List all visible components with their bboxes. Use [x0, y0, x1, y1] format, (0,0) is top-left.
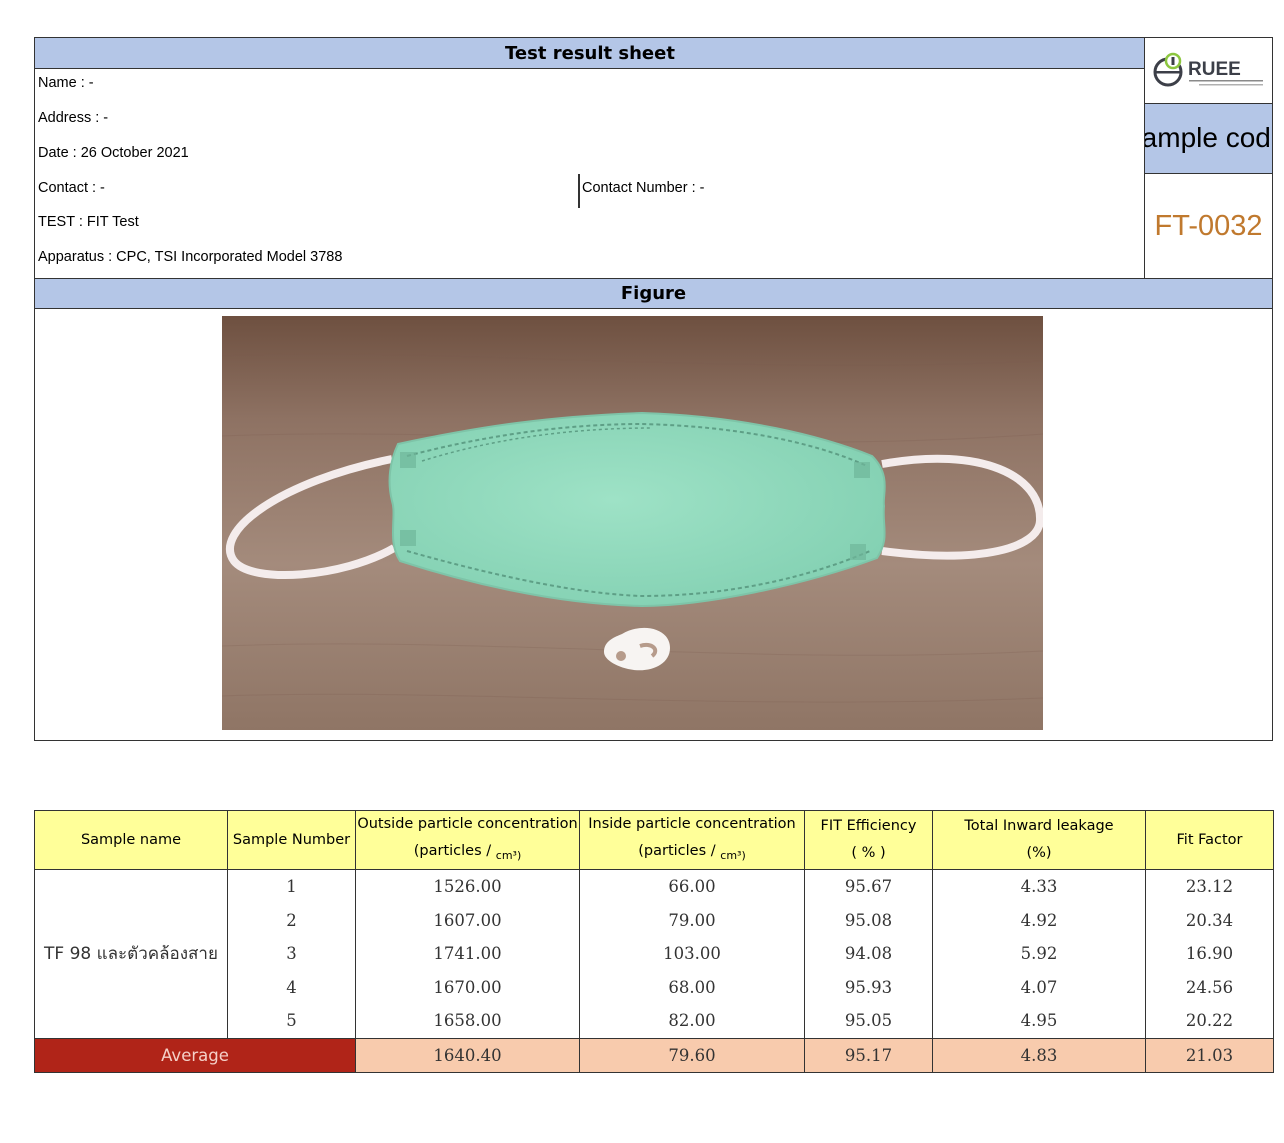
efficiency-cell: 95.08 [804, 903, 933, 937]
fit-factor-cell: 20.22 [1145, 1004, 1274, 1038]
efficiency-cell: 95.93 [804, 970, 933, 1004]
fit-factor-cell: 16.90 [1145, 937, 1274, 971]
date-field: Date : 26 October 2021 [38, 145, 189, 161]
leakage-cell: 4.95 [932, 1004, 1146, 1038]
leakage-cell: 4.07 [932, 970, 1146, 1004]
sample-number-cell: 2 [227, 903, 356, 937]
mask-photo [222, 316, 1043, 730]
inside-cell: 66.00 [579, 869, 805, 904]
outside-cell: 1741.00 [355, 937, 580, 971]
results-table: Sample name Sample Number Outside partic… [34, 810, 1274, 1073]
sample-code-value: FT-0032 [1154, 209, 1263, 242]
average-leakage-cell: 4.83 [932, 1037, 1146, 1073]
sample-name-cell: TF 98 และตัวคล้องสาย [34, 869, 228, 1038]
name-field: Name : - [38, 75, 94, 91]
outside-cell: 1670.00 [355, 970, 580, 1004]
average-fit-factor-cell: 21.03 [1145, 1037, 1274, 1073]
leakage-cell: 4.92 [932, 903, 1146, 937]
header-outside-concentration: Outside particle concentration (particle… [355, 810, 580, 870]
fit-factor-cell: 20.34 [1145, 903, 1274, 937]
sample-code-panel: RUEE Sample code FT-0032 [1144, 38, 1272, 278]
address-field: Address : - [38, 110, 109, 126]
inside-cell: 68.00 [579, 970, 805, 1004]
outside-cell: 1607.00 [355, 903, 580, 937]
header-sample-name: Sample name [34, 810, 228, 870]
sample-code-label: Sample code [1145, 122, 1272, 153]
sample-code-value-cell: FT-0032 [1145, 174, 1272, 278]
test-field: TEST : FIT Test [38, 214, 139, 230]
inside-cell: 79.00 [579, 903, 805, 937]
contact-number-field: Contact Number : - [582, 180, 705, 196]
apparatus-field: Apparatus : CPC, TSI Incorporated Model … [38, 249, 343, 265]
header-outside-unit: (particles / cm³) [413, 843, 522, 862]
sample-number-cell: 3 [227, 937, 356, 971]
header-total-inward-leakage: Total Inward leakage (%) [932, 810, 1146, 870]
inside-cell: 82.00 [579, 1004, 805, 1038]
figure-title: Figure [35, 278, 1272, 309]
header-inside-title: Inside particle concentration [588, 816, 796, 832]
ruee-logo: RUEE [1145, 38, 1272, 104]
sample-number-cell: 1 [227, 869, 356, 904]
header-inside-concentration: Inside particle concentration (particles… [579, 810, 805, 870]
average-label: Average [34, 1037, 356, 1073]
test-result-sheet: Test result sheet Name : - Address : - D… [34, 37, 1273, 741]
table-header-row: Sample name Sample Number Outside partic… [34, 810, 1274, 870]
average-efficiency-cell: 95.17 [804, 1037, 933, 1073]
header-outside-title: Outside particle concentration [357, 816, 578, 832]
table-row: TF 98 และตัวคล้องสาย 1 1526.00 66.00 95.… [34, 869, 1274, 1038]
inside-cell: 103.00 [579, 937, 805, 971]
contact-divider [578, 174, 580, 208]
outside-cell: 1658.00 [355, 1004, 580, 1038]
fit-factor-cell: 24.56 [1145, 970, 1274, 1004]
sheet-title: Test result sheet [35, 38, 1145, 69]
sample-number-cell: 4 [227, 970, 356, 1004]
header-inside-unit: (particles / cm³) [638, 843, 746, 862]
ruee-logo-icon: RUEE [1153, 52, 1263, 86]
average-outside-cell: 1640.40 [355, 1037, 580, 1073]
efficiency-cell: 94.08 [804, 937, 933, 971]
svg-text:RUEE: RUEE [1188, 59, 1241, 80]
header-fit-efficiency: FIT Efficiency ( % ) [804, 810, 933, 870]
average-inside-cell: 79.60 [579, 1037, 805, 1073]
fit-factor-cell: 23.12 [1145, 869, 1274, 904]
efficiency-cell: 95.05 [804, 1004, 933, 1038]
header-sample-number: Sample Number [227, 810, 356, 870]
average-row: Average 1640.40 79.60 95.17 4.83 21.03 [34, 1037, 1274, 1073]
leakage-cell: 5.92 [932, 937, 1146, 971]
contact-field: Contact : - [38, 180, 105, 196]
outside-cell: 1526.00 [355, 869, 580, 904]
header-fit-factor: Fit Factor [1145, 810, 1274, 870]
sample-number-cell: 5 [227, 1004, 356, 1038]
leakage-cell: 4.33 [932, 869, 1146, 904]
efficiency-cell: 95.67 [804, 869, 933, 904]
sample-code-label-cell: Sample code [1145, 104, 1272, 174]
